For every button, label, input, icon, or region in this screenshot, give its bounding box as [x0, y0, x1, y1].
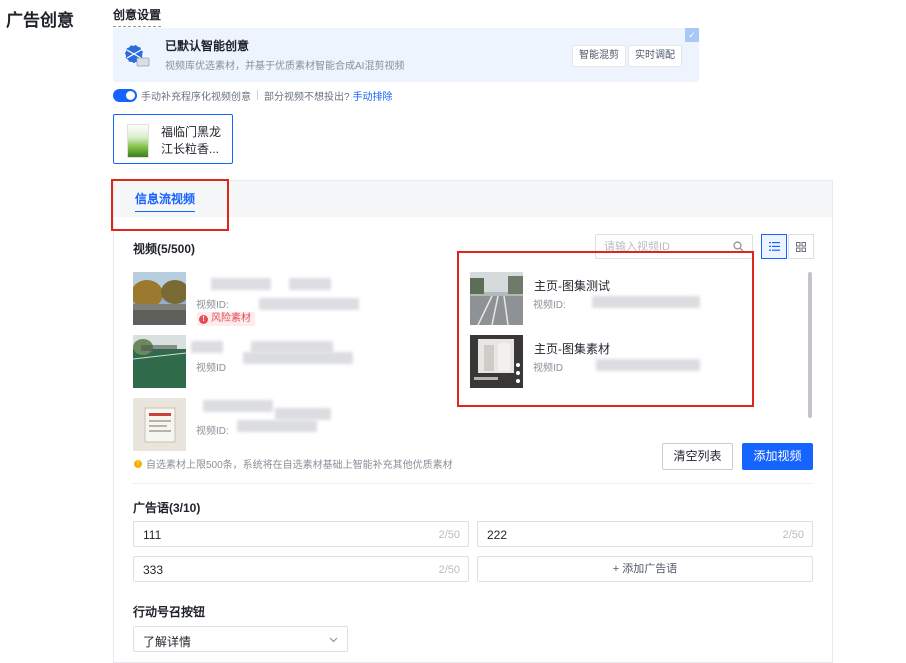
- info-icon: !: [134, 459, 142, 468]
- video-limit-tip: ! 自选素材上限500条，系统将在自选素材基础上智能补充其他优质素材: [134, 456, 453, 471]
- video-id-label: 视频ID: [196, 363, 226, 374]
- cta-value: 了解详情: [143, 635, 192, 649]
- separator: [257, 90, 258, 100]
- warning-icon: !: [199, 314, 208, 324]
- video-item[interactable]: 视频ID: ! 风险素材: [133, 272, 433, 328]
- video-item[interactable]: 视频ID: [133, 335, 433, 391]
- section-title: 创意设置: [113, 6, 162, 27]
- redacted-title: [289, 278, 331, 290]
- slogan-input[interactable]: 222 2/50: [477, 521, 813, 547]
- selected-check-icon: ✓: [685, 28, 699, 42]
- tag-smart-remix: 智能混剪: [572, 45, 626, 67]
- page-title: 广告创意: [6, 11, 74, 30]
- tag-realtime-adjust: 实时调配: [628, 45, 682, 67]
- redacted-video-id: [243, 352, 353, 364]
- video-thumbnail: [133, 335, 186, 388]
- chevron-down-icon: [329, 637, 338, 643]
- slogan-input[interactable]: 111 2/50: [133, 521, 469, 547]
- list-view-button[interactable]: [761, 234, 787, 259]
- redacted-video-id: [237, 420, 317, 432]
- smart-creative-title: 已默认智能创意: [165, 39, 250, 53]
- list-view-icon: [768, 242, 780, 251]
- video-item[interactable]: 视频ID:: [133, 398, 433, 454]
- video-thumbnail: [133, 272, 186, 325]
- cta-label: 行动号召按钮: [133, 605, 206, 619]
- redacted-title: [203, 400, 273, 412]
- video-list-scrollbar[interactable]: [808, 272, 812, 418]
- programmatic-video-toggle[interactable]: [113, 88, 137, 102]
- videos-label: 视频(5/500): [133, 242, 196, 256]
- slogan-char-count: 2/50: [782, 529, 804, 541]
- redacted-video-id: [259, 298, 359, 310]
- redacted-title: [275, 408, 331, 420]
- toggle-label: 手动补充程序化视频创意: [141, 91, 251, 103]
- tip-text: 自选素材上限500条，系统将在自选素材基础上智能补充其他优质素材: [146, 460, 453, 471]
- grid-view-icon: [796, 241, 806, 252]
- add-slogan-button[interactable]: + 添加广告语: [477, 556, 813, 582]
- slogan-text: 222: [487, 528, 508, 542]
- product-name: 福临门黑龙江长粒香...: [161, 125, 222, 156]
- slogan-text: 333: [143, 563, 164, 577]
- grid-view-button[interactable]: [788, 234, 814, 259]
- video-id-label: 视频ID:: [196, 300, 229, 311]
- cta-select[interactable]: 了解详情: [133, 626, 348, 652]
- redacted-title: [211, 278, 271, 290]
- exclude-question: 部分视频不想投出?: [264, 91, 350, 103]
- slogan-text: 111: [143, 528, 162, 542]
- add-video-button[interactable]: 添加视频: [742, 443, 813, 470]
- highlight-box-videos: [457, 251, 754, 407]
- slogan-char-count: 2/50: [438, 529, 460, 541]
- smart-creative-icon: [124, 44, 150, 67]
- video-id-label: 视频ID:: [196, 426, 229, 437]
- risk-label: 风险素材: [211, 313, 251, 324]
- product-thumbnail: [127, 124, 149, 158]
- slogan-char-count: 2/50: [438, 564, 460, 576]
- risk-tag: ! 风险素材: [197, 312, 255, 326]
- highlight-box-tab: [111, 179, 229, 231]
- manual-exclude-link[interactable]: 手动排除: [353, 88, 393, 103]
- product-card[interactable]: 福临门黑龙江长粒香...: [113, 114, 233, 164]
- smart-creative-card: 已默认智能创意 视频库优选素材，并基于优质素材智能合成AI混剪视频 智能混剪 实…: [113, 28, 699, 82]
- slogan-input[interactable]: 333 2/50: [133, 556, 469, 582]
- slogans-label: 广告语(3/10): [133, 501, 201, 515]
- redacted-title: [191, 341, 223, 353]
- smart-creative-description: 视频库优选素材，并基于优质素材智能合成AI混剪视频: [165, 61, 405, 72]
- clear-list-button[interactable]: 清空列表: [662, 443, 733, 470]
- divider: [132, 483, 813, 484]
- programmatic-video-toggle-row: 手动补充程序化视频创意 部分视频不想投出? 手动排除: [113, 87, 393, 103]
- video-thumbnail: [133, 398, 186, 451]
